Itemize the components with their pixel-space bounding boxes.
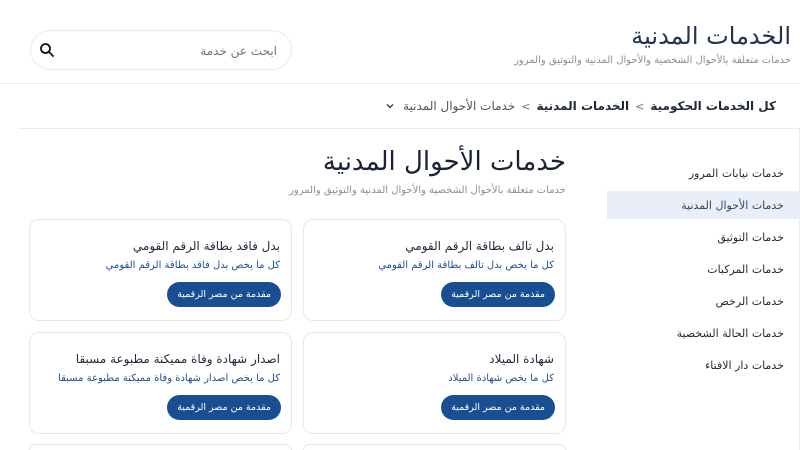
service-card-description[interactable]: كل ما يخص اصدار شهادة وفاة مميكنة مطبوعة…: [58, 373, 280, 384]
service-card[interactable]: بدل فاقد بطاقة الرقم القومي كل ما يخص بد…: [29, 219, 292, 321]
breadcrumb-item-civil-services[interactable]: الخدمات المدنية: [537, 99, 630, 113]
service-card-description[interactable]: كل ما يخص شهادة الميلاد: [448, 373, 554, 384]
sidebar-item-civil-status[interactable]: خدمات الأحوال المدنية: [607, 191, 799, 219]
service-card-title[interactable]: شهادة الميلاد: [489, 352, 554, 366]
sidebar-item-personal-status[interactable]: خدمات الحالة الشخصية: [607, 319, 799, 347]
provider-badge[interactable]: مقدمة من مصر الرقمية: [441, 395, 555, 420]
service-card[interactable]: بدل تالف بطاقة الرقم القومي كل ما يخص بد…: [303, 219, 566, 321]
service-card[interactable]: اصدار شهادة وفاة مميكنة مطبوعة مسبقا كل …: [29, 332, 292, 434]
service-card-title[interactable]: بدل تالف بطاقة الرقم القومي: [405, 239, 554, 253]
breadcrumb-separator: >: [521, 99, 531, 113]
sidebar-item-dar-al-iftaa[interactable]: خدمات دار الافتاء: [607, 351, 799, 379]
breadcrumb-separator: >: [635, 99, 645, 113]
search-input[interactable]: [87, 39, 277, 63]
provider-badge[interactable]: مقدمة من مصر الرقمية: [167, 282, 281, 307]
sidebar-item-label: خدمات التوثيق: [717, 230, 784, 244]
sidebar-item-traffic-prosecution[interactable]: خدمات نيابات المرور: [607, 159, 799, 187]
service-card[interactable]: شهادة الميلاد كل ما يخص شهادة الميلاد مق…: [303, 332, 566, 434]
service-card-title[interactable]: اصدار شهادة وفاة مميكنة مطبوعة مسبقا: [76, 352, 280, 366]
sidebar-item-notarization[interactable]: خدمات التوثيق: [607, 223, 799, 251]
sidebar-item-label: خدمات الرخص: [715, 294, 784, 308]
sidebar-item-licenses[interactable]: خدمات الرخص: [607, 287, 799, 315]
breadcrumb-item-all-services[interactable]: كل الخدمات الحكومية: [650, 99, 776, 113]
service-card[interactable]: [29, 444, 292, 450]
sidebar-item-label: خدمات نيابات المرور: [688, 166, 784, 180]
breadcrumb-current[interactable]: خدمات الأحوال المدنية: [403, 99, 515, 113]
page-header: الخدمات المدنية خدمات متعلقة بالأحوال ال…: [0, 0, 800, 84]
site-title: الخدمات المدنية: [631, 22, 791, 50]
sidebar-item-label: خدمات الحالة الشخصية: [676, 326, 784, 340]
provider-badge[interactable]: مقدمة من مصر الرقمية: [167, 395, 281, 420]
service-card-title[interactable]: بدل فاقد بطاقة الرقم القومي: [133, 239, 280, 253]
sidebar-item-vehicles[interactable]: خدمات المركبات: [607, 255, 799, 283]
breadcrumb: كل الخدمات الحكومية > الخدمات المدنية > …: [385, 97, 776, 115]
page-subtitle: خدمات متعلقة بالأحوال الشخصية والأحوال ا…: [289, 185, 566, 196]
search-icon[interactable]: [39, 42, 55, 58]
chevron-down-icon[interactable]: [385, 101, 395, 111]
site-subtitle: خدمات متعلقة بالأحوال الشخصية والأحوال ا…: [514, 55, 791, 66]
page-title: خدمات الأحوال المدنية: [322, 147, 566, 177]
search-box[interactable]: [30, 30, 292, 70]
sidebar-item-label: خدمات دار الافتاء: [705, 358, 784, 372]
sidebar: خدمات نيابات المرور خدمات الأحوال المدني…: [607, 129, 800, 450]
service-card-description[interactable]: كل ما يخص بدل تالف بطاقة الرقم القومي: [378, 260, 554, 271]
provider-badge[interactable]: مقدمة من مصر الرقمية: [441, 282, 555, 307]
sidebar-item-label: خدمات الأحوال المدنية: [681, 198, 784, 212]
sidebar-item-label: خدمات المركبات: [707, 262, 784, 276]
service-card[interactable]: [303, 444, 566, 450]
service-card-description[interactable]: كل ما يخص بدل فاقد بطاقة الرقم القومي: [106, 260, 280, 271]
